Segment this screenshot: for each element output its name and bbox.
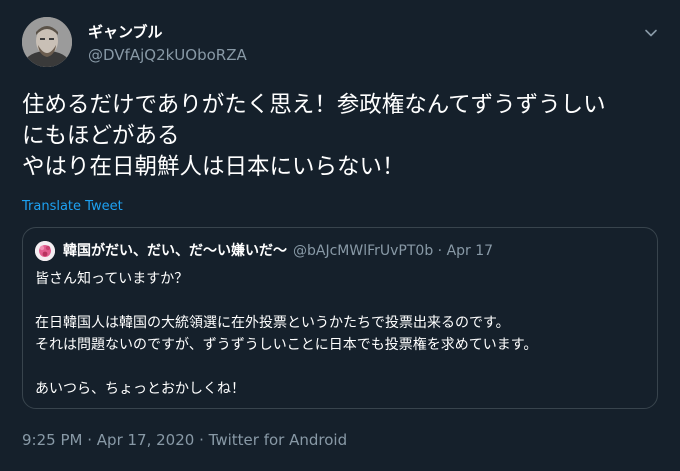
quoted-date[interactable]: Apr 17 — [447, 243, 493, 259]
tweet-text: 住めるだけでありがたく思え！参政権なんてずうずうしい にもほどがある やはり在日… — [22, 90, 662, 183]
quoted-line: 皆さん知っていますか？ — [35, 271, 189, 287]
separator-dot: · — [437, 243, 443, 259]
quoted-line: 在日韓国人は韓国の大統領選に在外投票というかたちで投票出来るのです。 — [35, 315, 510, 331]
quoted-avatar[interactable] — [35, 241, 55, 261]
quoted-text: 皆さん知っていますか？ 在日韓国人は韓国の大統領選に在外投票というかたちで投票出… — [35, 268, 537, 400]
separator-dot: · — [199, 431, 204, 449]
quoted-header: 韓国がだい、だい、だ〜い嫌いだ〜 @bAJcMWlFrUvPT0b · Apr 1… — [63, 240, 493, 262]
tweet-line: 住めるだけでありがたく思え！参政権なんてずうずうしい — [22, 92, 606, 118]
tweet-meta: 9:25 PM · Apr 17, 2020 · Twitter for And… — [22, 430, 347, 450]
tweet-source[interactable]: Twitter for Android — [209, 431, 347, 449]
quoted-handle[interactable]: @bAJcMWlFrUvPT0b — [293, 243, 433, 259]
translate-tweet-link[interactable]: Translate Tweet — [22, 198, 123, 216]
quoted-line — [35, 290, 537, 312]
tweet-line: やはり在日朝鮮人は日本にいらない！ — [22, 154, 405, 180]
tweet-line: にもほどがある — [22, 123, 180, 149]
tweet: ギャンブル @DVfAjQ2kUOboRZA 住めるだけでありがたく思え！参政権… — [0, 0, 680, 471]
tweet-date[interactable]: Apr 17, 2020 — [97, 431, 195, 449]
quoted-line — [35, 356, 537, 378]
quoted-tweet[interactable]: 韓国がだい、だい、だ〜い嫌いだ〜 @bAJcMWlFrUvPT0b · Apr 1… — [22, 227, 658, 409]
quoted-display-name[interactable]: 韓国がだい、だい、だ〜い嫌いだ〜 — [63, 243, 287, 259]
tweet-time[interactable]: 9:25 PM — [22, 431, 82, 449]
chevron-down-icon[interactable] — [638, 20, 664, 46]
display-name[interactable]: ギャンブル — [88, 22, 163, 42]
avatar[interactable] — [22, 17, 72, 67]
separator-dot: · — [87, 431, 93, 449]
quoted-line: それは問題ないのですが、ずうずうしいことに日本でも投票権を求めています。 — [35, 337, 538, 353]
user-handle[interactable]: @DVfAjQ2kUOboRZA — [88, 45, 247, 65]
quoted-line: あいつら、ちょっとおかしくね！ — [35, 381, 245, 397]
